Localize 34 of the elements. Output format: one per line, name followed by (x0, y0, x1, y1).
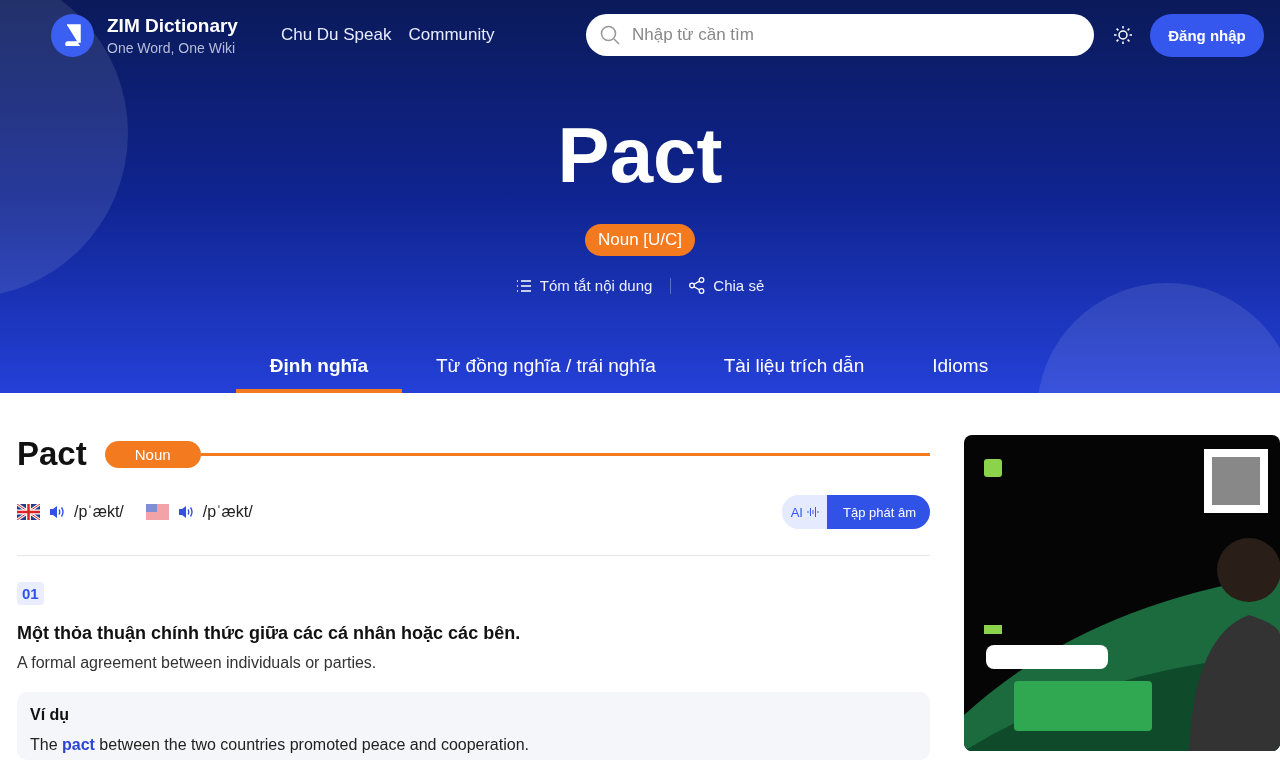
part-of-speech-tag: Noun [U/C] (584, 224, 696, 256)
example-sentence: The pact between the two countries promoted peace and cooperation. (30, 736, 530, 754)
theme-toggle-button[interactable] (1114, 26, 1132, 44)
headword-title: Pact (557, 116, 723, 194)
us-flag-icon (145, 504, 169, 520)
ipa-text: /pˈækt/ (74, 503, 124, 521)
speaker-icon[interactable] (49, 505, 65, 519)
nav-link[interactable]: Community (408, 25, 495, 45)
list-icon (515, 278, 532, 293)
speaker-icon[interactable] (177, 505, 194, 519)
section-tab[interactable]: Từ đồng nghĩa / trái nghĩa (401, 345, 690, 393)
definition-vietnamese: Một thỏa thuận chính thức giữa các cá nhân hoặc các bên. (17, 623, 522, 644)
brand-tagline: One Word, One Wiki (107, 39, 237, 56)
practice-pronunciation-button[interactable]: AI Tập phát âm (781, 495, 930, 529)
search-icon (600, 25, 620, 45)
uk-flag-icon (17, 504, 40, 520)
sense-number: 01 (17, 582, 44, 605)
entry-word: Pact (17, 435, 87, 473)
login-button[interactable]: Đăng nhập (1150, 13, 1264, 57)
section-tab[interactable]: Định nghĩa (235, 345, 402, 393)
search-field[interactable]: Nhập từ cần tìm (586, 14, 1094, 56)
brand-name[interactable]: ZIM Dictionary (107, 14, 238, 37)
share-icon (689, 277, 706, 294)
part-of-speech-tag: Noun (104, 440, 201, 468)
definition-english: A formal agreement between individuals or parties. (17, 654, 378, 672)
book-logo-icon[interactable] (51, 13, 94, 57)
example-heading: Ví dụ (30, 706, 71, 724)
nav-link[interactable]: Chu Du Speak (280, 25, 392, 45)
summary-link[interactable]: Tóm tắt nội dung (515, 277, 653, 294)
sound-wave-icon (807, 506, 819, 518)
share-link[interactable]: Chia sẻ (689, 277, 765, 294)
section-tab[interactable]: Tài liệu trích dẫn (689, 345, 899, 393)
section-tab[interactable]: Idioms (898, 345, 1023, 393)
ipa-text: /pˈækt/ (202, 503, 253, 521)
